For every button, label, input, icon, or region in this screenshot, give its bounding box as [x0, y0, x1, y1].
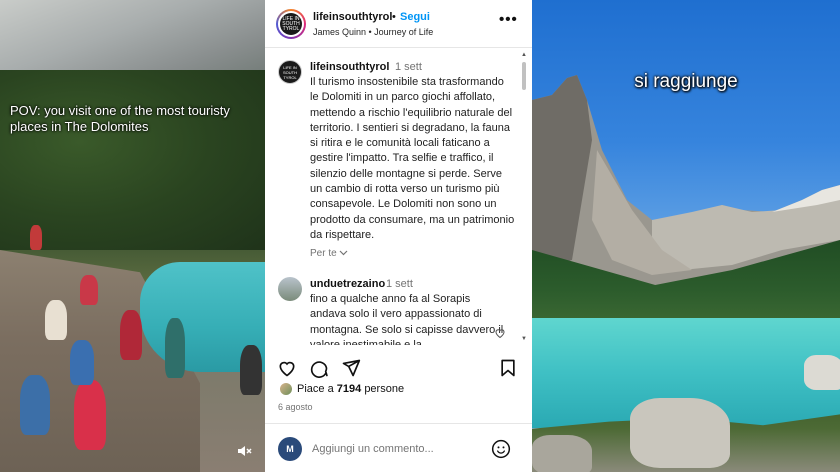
see-translation-label: Per te — [310, 248, 337, 259]
comment-like-heart-icon[interactable] — [494, 327, 506, 339]
hiker-figure — [20, 375, 50, 435]
header-username[interactable]: lifeinsouthtyrol — [313, 11, 392, 23]
scroll-down-arrow[interactable]: ▼ — [521, 336, 527, 342]
left-video-caption: POV: you visit one of the most touristy … — [10, 103, 230, 134]
boulder — [532, 435, 592, 472]
hiker-figure — [74, 380, 106, 450]
emoji-picker-icon[interactable] — [491, 439, 511, 459]
hiker-figure — [240, 345, 262, 395]
right-video-caption: si raggiunge — [634, 71, 738, 92]
comment-avatar[interactable] — [278, 277, 302, 301]
post-date[interactable]: 6 agosto — [278, 402, 313, 412]
scroll-up-arrow[interactable]: ▲ — [521, 52, 527, 58]
comment-bubble-icon[interactable] — [309, 358, 329, 378]
caption-avatar[interactable]: LIFE IN SOUTH TYROL — [278, 60, 302, 84]
hiker-figure — [30, 225, 42, 250]
add-comment-input[interactable] — [312, 443, 472, 455]
header-separator: • — [392, 11, 396, 23]
post-header: LIFE IN SOUTH TYROL lifeinsouthtyrol • S… — [265, 0, 532, 48]
current-user-avatar: M — [278, 437, 302, 461]
save-bookmark-icon[interactable] — [498, 358, 518, 378]
hiker-figure — [70, 340, 94, 385]
left-video-forest — [0, 70, 265, 250]
hiker-figure — [165, 318, 185, 378]
caption-timestamp: 1 sett — [395, 61, 422, 73]
scrollbar-thumb[interactable] — [522, 62, 526, 90]
liker-avatar — [279, 382, 293, 396]
boulder — [630, 398, 730, 468]
chevron-down-icon — [340, 250, 348, 256]
likes-suffix[interactable]: persone — [364, 383, 404, 395]
right-video-panel[interactable]: si raggiunge — [532, 0, 840, 472]
like-heart-icon[interactable] — [277, 358, 297, 378]
more-options-icon[interactable]: ••• — [499, 11, 518, 28]
caption-text: Il turismo insostenibile sta trasformand… — [310, 76, 515, 241]
left-video-panel[interactable]: POV: you visit one of the most touristy … — [0, 0, 265, 472]
comment-text: fino a qualche anno fa al Sorapis andava… — [310, 293, 504, 345]
see-translation-link[interactable]: Per te — [310, 248, 348, 259]
hiker-figure — [120, 310, 142, 360]
post-action-bar — [265, 348, 532, 388]
instagram-post-panel: LIFE IN SOUTH TYROL lifeinsouthtyrol • S… — [265, 0, 532, 472]
add-comment-bar: M — [265, 423, 532, 472]
avatar-logo: LIFE IN SOUTH TYROL — [280, 13, 302, 35]
hiker-figure — [80, 275, 98, 305]
follow-button[interactable]: Segui — [400, 11, 430, 23]
likes-count[interactable]: 7194 — [337, 383, 361, 395]
hiker-figure — [45, 300, 67, 340]
share-send-icon[interactable] — [341, 358, 361, 378]
comments-scroll-area[interactable]: LIFE IN SOUTH TYROL lifeinsouthtyrol 1 s… — [265, 50, 527, 345]
audio-attribution[interactable]: James Quinn • Journey of Life — [313, 27, 433, 37]
speaker-muted-icon[interactable] — [236, 443, 252, 459]
comment-timestamp: 1 sett — [386, 278, 413, 290]
comment-username[interactable]: unduetrezaino — [310, 278, 385, 290]
caption-username[interactable]: lifeinsouthtyrol — [310, 61, 389, 73]
profile-avatar[interactable]: LIFE IN SOUTH TYROL — [276, 9, 306, 39]
boulder — [804, 355, 840, 390]
likes-prefix: Piace a — [297, 383, 334, 395]
